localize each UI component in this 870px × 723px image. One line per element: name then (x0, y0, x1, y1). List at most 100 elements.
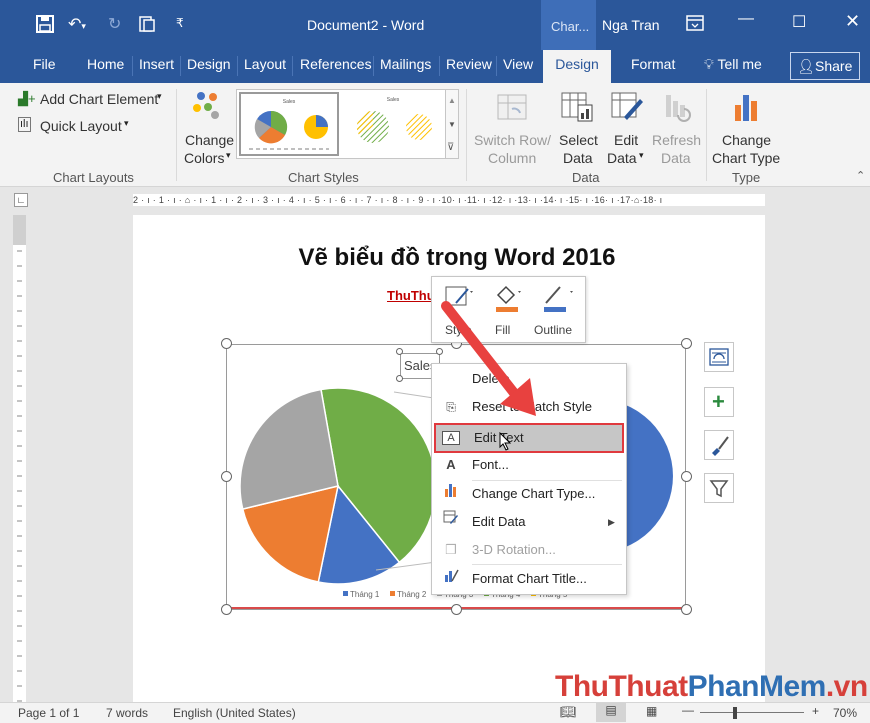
title-handle[interactable] (396, 375, 403, 382)
chart-type-icon (442, 481, 460, 507)
collapse-ribbon-icon[interactable]: ⌃ (856, 169, 865, 182)
zoom-level[interactable]: 70% (833, 706, 857, 720)
print-preview-icon[interactable] (138, 15, 156, 38)
svg-text:Sales: Sales (283, 99, 296, 105)
zoom-in-icon[interactable]: + (812, 704, 819, 718)
tab-references[interactable]: References (300, 50, 372, 83)
menu-item-edit-text[interactable]: A Edit Text (434, 423, 624, 453)
edit-data-button[interactable]: Edit Data ▾ (606, 89, 648, 167)
ribbon-tabs: File Home Insert Design Layout Reference… (0, 50, 870, 83)
tab-divider (180, 56, 181, 76)
menu-separator (472, 564, 622, 565)
tab-insert[interactable]: Insert (139, 50, 174, 83)
change-chart-type-button[interactable]: Change Chart Type (710, 89, 784, 167)
resize-handle[interactable] (451, 604, 462, 615)
gallery-more-icon[interactable]: ⊽ (447, 142, 454, 153)
document-link[interactable]: ThuThu (387, 288, 435, 303)
share-label: Share (815, 58, 853, 74)
print-layout-icon[interactable]: ▤ (596, 703, 626, 722)
document-heading[interactable]: Vẽ biểu đồ trong Word 2016 (133, 244, 781, 272)
menu-item-edit-data[interactable]: Edit Data ▶ (432, 509, 626, 535)
vertical-ruler-scale (13, 215, 26, 705)
tab-selector-icon[interactable]: ∟ (14, 193, 28, 207)
tab-view[interactable]: View (503, 50, 533, 83)
minimize-icon[interactable]: — (738, 10, 754, 28)
rotation-icon: ❒ (445, 542, 457, 557)
menu-item-format-chart-title[interactable]: Format Chart Title... (432, 566, 626, 592)
layout-options-button[interactable] (704, 342, 734, 372)
select-data-label-2: Data (563, 150, 593, 166)
switch-row-column-label: Switch Row/ (474, 132, 552, 148)
chart-style-1[interactable]: Sales (239, 92, 339, 156)
resize-handle[interactable] (221, 471, 232, 482)
redo-icon: ↻ (108, 16, 122, 33)
edit-text-icon: A (442, 431, 460, 445)
tell-me-search[interactable]: 💡︎ Tell me (704, 50, 762, 83)
maximize-icon[interactable]: ☐ (792, 12, 806, 32)
select-data-button[interactable]: Select Data (556, 89, 600, 167)
tab-chart-design[interactable]: Design (543, 50, 611, 83)
user-name[interactable]: Nga Tran (602, 17, 660, 33)
web-layout-icon[interactable]: ▦ (646, 704, 657, 718)
resize-handle[interactable] (221, 338, 232, 349)
zoom-slider-thumb[interactable] (733, 707, 737, 719)
tab-divider (439, 56, 440, 76)
resize-handle[interactable] (681, 604, 692, 615)
title-bar: ↶▾ ↻ ₹ Document2 - Word Char... Nga Tran… (0, 0, 870, 50)
quick-layout-button[interactable]: ılı Quick Layout ▾ (18, 117, 138, 137)
zoom-out-icon[interactable]: — (682, 703, 694, 717)
add-chart-element-button[interactable]: ▟+ Add Chart Element ▾ (18, 90, 178, 110)
edit-data-icon (611, 92, 643, 120)
chart-filters-button[interactable] (704, 473, 734, 503)
ribbon-display-options-icon[interactable] (686, 15, 704, 36)
dropdown-icon: ▾ (639, 150, 644, 160)
tab-review[interactable]: Review (446, 50, 492, 83)
plus-icon: + (712, 389, 725, 414)
watermark-part-3: .vn (825, 670, 868, 703)
group-label-chart-styles: Chart Styles (288, 170, 359, 185)
chart-tools-tab: Char... (541, 0, 596, 50)
resize-handle[interactable] (221, 604, 232, 615)
resize-handle[interactable] (681, 338, 692, 349)
tab-mailings[interactable]: Mailings (380, 50, 431, 83)
chart-elements-button[interactable]: + (704, 387, 734, 417)
edit-data-label: Edit (614, 132, 639, 148)
close-icon[interactable]: ✕ (845, 11, 860, 32)
watermark: ThuThuatPhanMem.vn (555, 670, 868, 704)
customize-qat-icon[interactable]: ₹ (176, 16, 184, 30)
share-button[interactable]: 👤︎ Share (790, 52, 860, 80)
tab-home[interactable]: Home (87, 50, 124, 83)
chart-tools-label: Char... (551, 19, 590, 34)
tab-file[interactable]: File (33, 50, 56, 83)
page-count[interactable]: Page 1 of 1 (18, 706, 79, 720)
tab-format[interactable]: Format (631, 50, 675, 83)
scroll-up-icon[interactable]: ▲ (448, 96, 456, 105)
legend-swatch (343, 591, 348, 596)
gallery-scroll[interactable]: ▲ ▼ ⊽ (445, 89, 459, 159)
chart-style-2[interactable]: Sales (343, 92, 443, 156)
menu-item-change-chart-type[interactable]: Change Chart Type... (432, 481, 626, 507)
read-mode-icon[interactable]: 📖︎ (560, 704, 577, 720)
change-colors-button[interactable]: Change Colors ▾ (182, 89, 234, 167)
undo-icon[interactable]: ↶▾ (68, 14, 86, 34)
brush-icon (712, 436, 729, 456)
save-icon[interactable] (36, 15, 54, 38)
tab-layout[interactable]: Layout (244, 50, 286, 83)
resize-handle[interactable] (681, 471, 692, 482)
tab-design[interactable]: Design (187, 50, 231, 83)
word-count[interactable]: 7 words (106, 706, 148, 720)
scroll-down-icon[interactable]: ▼ (448, 120, 456, 129)
menu-item-font[interactable]: A Font... (432, 452, 626, 478)
switch-row-column-icon (497, 94, 527, 120)
zoom-slider[interactable] (700, 712, 804, 713)
dropdown-icon: ▾ (226, 150, 231, 160)
language-indicator[interactable]: English (United States) (173, 706, 296, 720)
group-label-data: Data (572, 170, 600, 185)
title-handle[interactable] (396, 348, 403, 355)
chart-styles-button[interactable] (704, 430, 734, 460)
quick-layout-label: Quick Layout (40, 118, 122, 134)
change-chart-type-label: Change (722, 132, 772, 148)
status-bar: Page 1 of 1 7 words English (United Stat… (0, 702, 870, 723)
change-colors-label: Change (185, 132, 235, 148)
switch-row-column-label-2: Column (488, 150, 537, 166)
